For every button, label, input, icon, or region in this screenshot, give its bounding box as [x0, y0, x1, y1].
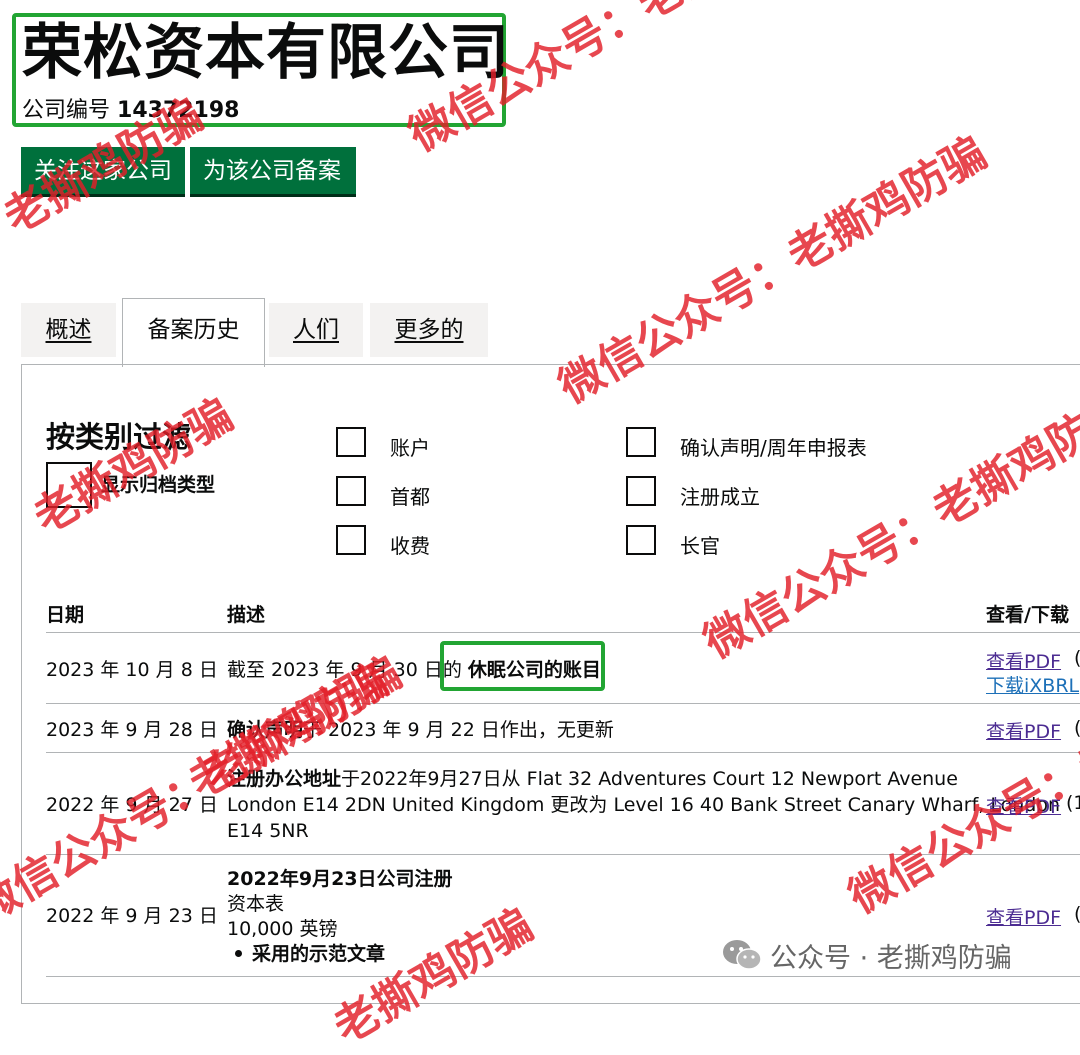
row-2-view-pdf-link[interactable]: 查看PDF	[986, 717, 1061, 744]
row-2-date: 2023 年 9 月 28 日	[46, 719, 218, 741]
table-divider	[46, 976, 1080, 977]
filter-confirmation-label: 确认声明/周年申报表	[680, 436, 867, 460]
row-3-date: 2022 年 9 月 27 日	[46, 794, 218, 816]
row-3-description-line2: London E14 2DN United Kingdom 更改为 Level …	[227, 794, 1061, 816]
table-divider	[46, 854, 1080, 855]
row-3-description-line1: 注册办公地址于2022年9月27日从 Flat 32 Adventures Co…	[227, 768, 958, 790]
row-4-description-title: 2022年9月23日公司注册	[227, 868, 453, 890]
bullet-icon	[235, 949, 242, 957]
row-3-view-pdf-link[interactable]: 查看PDF	[986, 792, 1061, 819]
filter-officers-checkbox[interactable]	[626, 525, 656, 555]
row-2-size: (	[1074, 717, 1080, 739]
row-4-description-line1: 资本表	[227, 893, 285, 915]
row-4-description-bullet: 采用的示范文章	[227, 941, 385, 967]
row-1-view-pdf-link[interactable]: 查看PDF	[986, 647, 1061, 674]
tab-filing-history[interactable]: 备案历史	[122, 298, 265, 367]
row-4-date: 2022 年 9 月 23 日	[46, 905, 218, 927]
dormant-accounts-highlight	[440, 641, 605, 691]
row-3-description-line3: E14 5NR	[227, 820, 309, 842]
filter-incorporation-label: 注册成立	[680, 485, 760, 509]
filter-capital-checkbox[interactable]	[336, 476, 366, 506]
file-for-company-button[interactable]: 为该公司备案	[190, 147, 356, 197]
tab-more[interactable]: 更多的	[370, 303, 488, 357]
filter-accounts-checkbox[interactable]	[336, 427, 366, 457]
row-1-date: 2023 年 10 月 8 日	[46, 659, 218, 681]
filter-confirmation-checkbox[interactable]	[626, 427, 656, 457]
row-4-view-pdf-link[interactable]: 查看PDF	[986, 903, 1061, 930]
filter-charges-checkbox[interactable]	[336, 525, 366, 555]
filter-incorporation-checkbox[interactable]	[626, 476, 656, 506]
tab-overview[interactable]: 概述	[21, 303, 116, 357]
row-4-description-line2: 10,000 英镑	[227, 918, 338, 940]
filter-officers-label: 长官	[680, 534, 720, 558]
column-header-date: 日期	[46, 604, 85, 626]
row-2-description: 确认声明于 2023 年 9 月 22 日作出，无更新	[227, 719, 614, 741]
row-1-size: (	[1074, 647, 1080, 669]
show-filing-types-label: 显示归档类型	[101, 474, 216, 496]
column-header-view: 查看/下载	[986, 604, 1069, 626]
row-4-size: (	[1074, 903, 1080, 925]
company-name: 荣松资本有限公司	[22, 18, 510, 88]
wechat-icon	[723, 940, 762, 970]
table-divider	[46, 632, 1080, 633]
table-divider	[46, 703, 1080, 704]
row-1-download-ixbrl-link[interactable]: 下载iXBRL	[986, 671, 1079, 698]
filter-accounts-label: 账户	[390, 436, 430, 460]
footer-watermark: 公众号 · 老撕鸡防骗	[770, 943, 1012, 974]
follow-company-button[interactable]: 关注这家公司	[21, 147, 185, 197]
column-header-description: 描述	[227, 604, 266, 626]
company-number: 公司编号 14372198	[22, 98, 240, 123]
filter-title: 按类别过滤	[46, 420, 192, 454]
filter-capital-label: 首都	[390, 485, 430, 509]
show-filing-types-checkbox[interactable]	[46, 462, 92, 508]
table-divider	[46, 752, 1080, 753]
filter-charges-label: 收费	[390, 534, 430, 558]
tab-people[interactable]: 人们	[269, 303, 363, 357]
row-3-size: (1	[1066, 792, 1080, 814]
